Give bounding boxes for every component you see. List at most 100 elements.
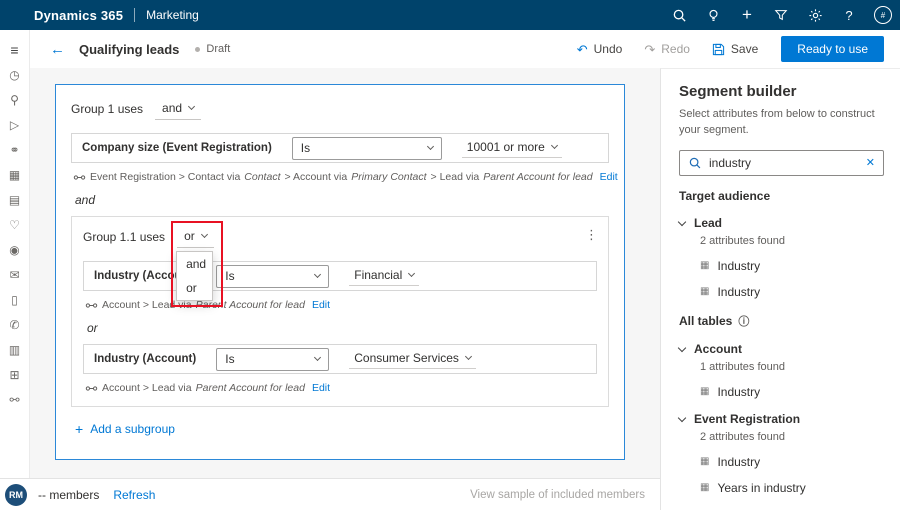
save-button[interactable]: Save [703,37,767,61]
attribute-label: Industry [717,455,760,469]
app-header: Dynamics 365 Marketing + ? # [0,0,900,30]
relationship-path: Account > Lead via Parent Account for le… [85,299,597,311]
edit-path-link[interactable]: Edit [312,299,330,311]
add-subgroup-button[interactable]: + Add a subgroup [75,422,609,436]
attribute-item[interactable]: ▦ Industry [700,259,884,273]
edit-path-link[interactable]: Edit [312,382,330,394]
audience-grid-icon[interactable]: ▦ [0,162,30,187]
table-column-icon: ▦ [700,286,709,297]
chevron-down-icon [314,271,321,278]
group-1-operator-value: and [162,101,182,115]
apps-grid-icon[interactable]: ⊞ [0,362,30,387]
list-icon[interactable]: ▤ [0,187,30,212]
filter-icon[interactable] [764,0,798,30]
more-options-icon[interactable]: ⋮ [585,227,598,243]
record-icon[interactable]: ◉ [0,237,30,262]
attribute-label: Industry [717,285,760,299]
chevron-down-icon [314,354,321,361]
attribute-count-label: 2 attributes found [700,235,884,247]
user-avatar[interactable]: RM [5,484,27,506]
help-icon[interactable]: ? [832,0,866,30]
library-icon[interactable]: ▥ [0,337,30,362]
status-bar: RM -- members Refresh View sample of inc… [0,478,660,510]
back-button[interactable]: ← [44,41,71,58]
relationship-icon [85,301,98,310]
value-label: 10001 or more [467,140,545,154]
clear-search-icon[interactable]: ✕ [866,156,875,169]
heart-icon[interactable]: ♡ [0,212,30,237]
operator-value: Is [301,141,310,155]
edit-path-link[interactable]: Edit [600,171,618,183]
all-tables-label: All tables [679,314,732,328]
brand-label[interactable]: Dynamics 365 [34,8,123,23]
undo-icon: ↶ [577,43,588,56]
condition-value-dropdown[interactable]: Consumer Services [349,349,476,369]
tree-group-account[interactable]: Account [679,342,884,356]
attribute-item[interactable]: ▦ Industry [700,285,884,299]
path-segment: > Lead via [431,171,480,183]
condition-value-dropdown[interactable]: Financial [349,266,419,286]
pin-icon[interactable]: ⚲ [0,87,30,112]
attribute-item[interactable]: ▦ Industry [700,455,884,469]
command-bar: ← Qualifying leads Draft ↶ Undo ↷ Redo S… [30,30,900,68]
account-avatar[interactable]: # [866,0,900,30]
group-1-1-operator-value: or [184,229,195,243]
refresh-link[interactable]: Refresh [113,488,155,502]
group-joiner-label: and [75,193,607,207]
phone-icon[interactable]: ▯ [0,287,30,312]
save-icon [712,43,725,56]
redo-button[interactable]: ↷ Redo [635,37,699,61]
path-segment: Event Registration > Contact via [90,171,240,183]
chevron-down-icon [678,344,686,352]
ready-to-use-button[interactable]: Ready to use [781,36,884,62]
menu-item-and[interactable]: and [177,252,212,276]
menu-item-or[interactable]: or [177,276,212,300]
condition-value-dropdown[interactable]: 10001 or more [462,138,562,158]
all-tables-heading: All tables ⓘ [679,313,884,329]
app-name-label[interactable]: Marketing [146,8,199,22]
mail-icon[interactable]: ✉ [0,262,30,287]
lightbulb-icon[interactable] [696,0,730,30]
search-icon[interactable] [662,0,696,30]
chevron-down-icon [201,231,208,238]
share-icon[interactable]: ⚯ [0,387,30,412]
add-icon[interactable]: + [730,0,764,30]
journeys-icon[interactable]: ⚭ [0,137,30,162]
group-1-1-operator-dropdown[interactable]: or [177,226,214,248]
attribute-item[interactable]: ▦ Industry [700,385,884,399]
path-relationship: Contact [244,171,280,183]
group-1-operator-dropdown[interactable]: and [155,98,201,120]
info-icon[interactable]: ⓘ [738,313,749,329]
redo-icon: ↷ [644,43,655,56]
condition-operator-select[interactable]: Is [292,137,442,160]
group-1-1-header: Group 1.1 uses or and or [83,226,597,248]
view-sample-link[interactable]: View sample of included members [470,489,645,501]
condition-operator-select[interactable]: Is [216,348,329,371]
play-icon[interactable]: ▷ [0,112,30,137]
attribute-label: Industry [717,385,760,399]
table-column-icon: ▦ [700,482,709,493]
settings-gear-icon[interactable] [798,0,832,30]
condition-operator-select[interactable]: Is [216,265,329,288]
attribute-item[interactable]: ▦ Years in industry [700,481,884,495]
search-icon [688,156,702,170]
group-1-1-label: Group 1.1 uses [83,230,165,244]
tree-group-event-registration[interactable]: Event Registration [679,412,884,426]
undo-label: Undo [594,42,623,56]
menu-icon[interactable]: ≡ [0,37,30,62]
undo-button[interactable]: ↶ Undo [568,37,632,61]
save-label: Save [731,42,758,56]
tree-group-lead[interactable]: Lead [679,216,884,230]
clock-icon[interactable]: ◷ [0,62,30,87]
tree-group-label: Event Registration [694,412,800,426]
chevron-down-icon [678,218,686,226]
condition-row-industry-financial: Industry (Account) Is Financial [83,261,597,291]
attribute-search-input[interactable] [709,156,859,170]
relationship-path: Account > Lead via Parent Account for le… [85,382,597,394]
tree-group-label: Lead [694,216,722,230]
operator-dropdown-menu: and or [176,251,213,301]
condition-row-industry-consumer: Industry (Account) Is Consumer Services [83,344,597,374]
call-icon[interactable]: ✆ [0,312,30,337]
value-label: Consumer Services [354,351,459,365]
subgroup-joiner-label: or [87,321,595,335]
